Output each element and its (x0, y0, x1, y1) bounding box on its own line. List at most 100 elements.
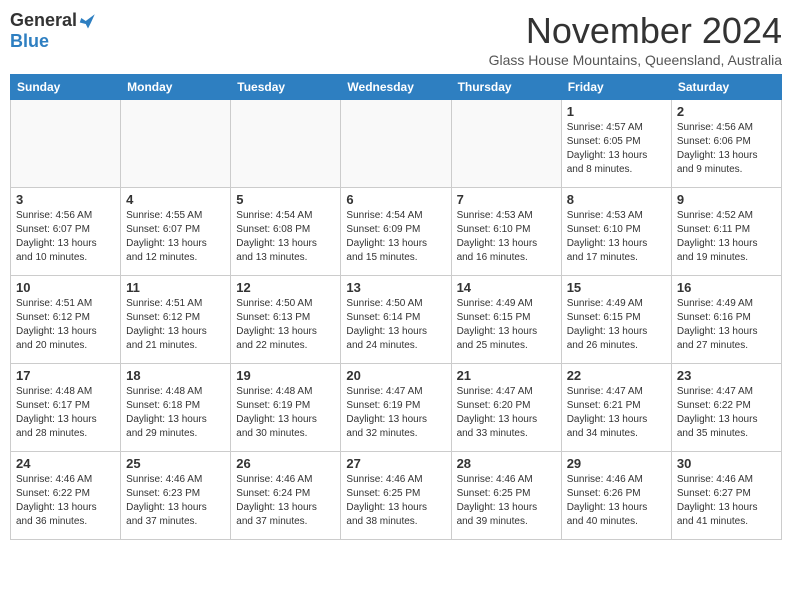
calendar-cell: 26 Sunrise: 4:46 AM Sunset: 6:24 PM Dayli… (231, 452, 341, 540)
day-number: 23 (677, 368, 776, 383)
day-number: 14 (457, 280, 556, 295)
day-number: 2 (677, 104, 776, 119)
day-number: 27 (346, 456, 445, 471)
calendar-header-wednesday: Wednesday (341, 75, 451, 100)
day-info: Sunrise: 4:53 AM Sunset: 6:10 PM Dayligh… (567, 209, 666, 265)
day-info: Sunrise: 4:49 AM Sunset: 6:15 PM Dayligh… (457, 297, 556, 353)
day-info: Sunrise: 4:55 AM Sunset: 6:07 PM Dayligh… (126, 209, 225, 265)
day-number: 20 (346, 368, 445, 383)
calendar-cell: 27 Sunrise: 4:46 AM Sunset: 6:25 PM Dayli… (341, 452, 451, 540)
page-header: General Blue November 2024 Glass House M… (10, 10, 782, 68)
day-number: 13 (346, 280, 445, 295)
day-info: Sunrise: 4:46 AM Sunset: 6:23 PM Dayligh… (126, 473, 225, 529)
day-number: 11 (126, 280, 225, 295)
calendar-cell: 15Sunrise: 4:49 AM Sunset: 6:15 PM Dayli… (561, 276, 671, 364)
logo-general-text: General (10, 10, 77, 31)
day-number: 12 (236, 280, 335, 295)
location-text: Glass House Mountains, Queensland, Austr… (489, 52, 782, 68)
logo: General Blue (10, 10, 97, 52)
day-number: 19 (236, 368, 335, 383)
day-number: 4 (126, 192, 225, 207)
calendar-cell: 7 Sunrise: 4:53 AM Sunset: 6:10 PM Daylig… (451, 188, 561, 276)
day-info: Sunrise: 4:56 AM Sunset: 6:07 PM Dayligh… (16, 209, 115, 265)
day-info: Sunrise: 4:52 AM Sunset: 6:11 PM Dayligh… (677, 209, 776, 265)
day-info: Sunrise: 4:46 AM Sunset: 6:27 PM Dayligh… (677, 473, 776, 529)
day-info: Sunrise: 4:50 AM Sunset: 6:13 PM Dayligh… (236, 297, 335, 353)
calendar-cell: 29 Sunrise: 4:46 AM Sunset: 6:26 PM Dayli… (561, 452, 671, 540)
day-info: Sunrise: 4:56 AM Sunset: 6:06 PM Dayligh… (677, 121, 776, 177)
calendar-cell (231, 100, 341, 188)
day-info: Sunrise: 4:47 AM Sunset: 6:21 PM Dayligh… (567, 385, 666, 441)
day-info: Sunrise: 4:47 AM Sunset: 6:22 PM Dayligh… (677, 385, 776, 441)
title-area: November 2024 Glass House Mountains, Que… (489, 10, 782, 68)
day-number: 24 (16, 456, 115, 471)
day-info: Sunrise: 4:46 AM Sunset: 6:24 PM Dayligh… (236, 473, 335, 529)
day-info: Sunrise: 4:47 AM Sunset: 6:19 PM Dayligh… (346, 385, 445, 441)
calendar-cell: 16Sunrise: 4:49 AM Sunset: 6:16 PM Dayli… (671, 276, 781, 364)
calendar-cell: 6 Sunrise: 4:54 AM Sunset: 6:09 PM Daylig… (341, 188, 451, 276)
calendar-cell: 19Sunrise: 4:48 AM Sunset: 6:19 PM Dayli… (231, 364, 341, 452)
day-number: 10 (16, 280, 115, 295)
day-number: 25 (126, 456, 225, 471)
calendar-cell: 9Sunrise: 4:52 AM Sunset: 6:11 PM Daylig… (671, 188, 781, 276)
calendar-cell: 12 Sunrise: 4:50 AM Sunset: 6:13 PM Dayli… (231, 276, 341, 364)
day-number: 22 (567, 368, 666, 383)
calendar-cell: 30 Sunrise: 4:46 AM Sunset: 6:27 PM Dayli… (671, 452, 781, 540)
calendar-header-sunday: Sunday (11, 75, 121, 100)
calendar-cell (451, 100, 561, 188)
day-number: 5 (236, 192, 335, 207)
calendar-cell: 17 Sunrise: 4:48 AM Sunset: 6:17 PM Dayli… (11, 364, 121, 452)
day-info: Sunrise: 4:54 AM Sunset: 6:09 PM Dayligh… (346, 209, 445, 265)
calendar-header-monday: Monday (121, 75, 231, 100)
calendar-cell: 24 Sunrise: 4:46 AM Sunset: 6:22 PM Dayli… (11, 452, 121, 540)
calendar-cell: 23 Sunrise: 4:47 AM Sunset: 6:22 PM Dayli… (671, 364, 781, 452)
day-number: 30 (677, 456, 776, 471)
day-number: 15 (567, 280, 666, 295)
calendar-cell (121, 100, 231, 188)
day-number: 29 (567, 456, 666, 471)
day-info: Sunrise: 4:49 AM Sunset: 6:16 PM Dayligh… (677, 297, 776, 353)
day-number: 7 (457, 192, 556, 207)
calendar-cell: 18Sunrise: 4:48 AM Sunset: 6:18 PM Dayli… (121, 364, 231, 452)
day-number: 26 (236, 456, 335, 471)
day-number: 3 (16, 192, 115, 207)
day-number: 17 (16, 368, 115, 383)
day-info: Sunrise: 4:54 AM Sunset: 6:08 PM Dayligh… (236, 209, 335, 265)
calendar-table: SundayMondayTuesdayWednesdayThursdayFrid… (10, 74, 782, 540)
day-info: Sunrise: 4:50 AM Sunset: 6:14 PM Dayligh… (346, 297, 445, 353)
day-info: Sunrise: 4:46 AM Sunset: 6:25 PM Dayligh… (346, 473, 445, 529)
calendar-cell: 28 Sunrise: 4:46 AM Sunset: 6:25 PM Dayli… (451, 452, 561, 540)
day-info: Sunrise: 4:46 AM Sunset: 6:26 PM Dayligh… (567, 473, 666, 529)
calendar-week-row: 1 Sunrise: 4:57 AM Sunset: 6:05 PM Daylig… (11, 100, 782, 188)
day-info: Sunrise: 4:53 AM Sunset: 6:10 PM Dayligh… (457, 209, 556, 265)
day-info: Sunrise: 4:57 AM Sunset: 6:05 PM Dayligh… (567, 121, 666, 177)
day-info: Sunrise: 4:46 AM Sunset: 6:25 PM Dayligh… (457, 473, 556, 529)
calendar-week-row: 3 Sunrise: 4:56 AM Sunset: 6:07 PM Daylig… (11, 188, 782, 276)
day-number: 28 (457, 456, 556, 471)
calendar-cell: 8 Sunrise: 4:53 AM Sunset: 6:10 PM Daylig… (561, 188, 671, 276)
calendar-cell: 4 Sunrise: 4:55 AM Sunset: 6:07 PM Daylig… (121, 188, 231, 276)
day-number: 6 (346, 192, 445, 207)
day-info: Sunrise: 4:46 AM Sunset: 6:22 PM Dayligh… (16, 473, 115, 529)
calendar-cell: 20 Sunrise: 4:47 AM Sunset: 6:19 PM Dayli… (341, 364, 451, 452)
day-number: 1 (567, 104, 666, 119)
calendar-cell: 22 Sunrise: 4:47 AM Sunset: 6:21 PM Dayli… (561, 364, 671, 452)
calendar-cell: 1 Sunrise: 4:57 AM Sunset: 6:05 PM Daylig… (561, 100, 671, 188)
logo-blue-text: Blue (10, 31, 49, 52)
calendar-cell: 10 Sunrise: 4:51 AM Sunset: 6:12 PM Dayli… (11, 276, 121, 364)
day-info: Sunrise: 4:47 AM Sunset: 6:20 PM Dayligh… (457, 385, 556, 441)
calendar-week-row: 17 Sunrise: 4:48 AM Sunset: 6:17 PM Dayli… (11, 364, 782, 452)
calendar-cell: 11Sunrise: 4:51 AM Sunset: 6:12 PM Dayli… (121, 276, 231, 364)
calendar-header-tuesday: Tuesday (231, 75, 341, 100)
calendar-cell: 25 Sunrise: 4:46 AM Sunset: 6:23 PM Dayli… (121, 452, 231, 540)
day-number: 8 (567, 192, 666, 207)
calendar-cell: 3 Sunrise: 4:56 AM Sunset: 6:07 PM Daylig… (11, 188, 121, 276)
calendar-header-thursday: Thursday (451, 75, 561, 100)
calendar-cell (11, 100, 121, 188)
calendar-cell: 5 Sunrise: 4:54 AM Sunset: 6:08 PM Daylig… (231, 188, 341, 276)
month-title: November 2024 (489, 10, 782, 52)
calendar-cell: 13 Sunrise: 4:50 AM Sunset: 6:14 PM Dayli… (341, 276, 451, 364)
day-info: Sunrise: 4:51 AM Sunset: 6:12 PM Dayligh… (16, 297, 115, 353)
calendar-header-friday: Friday (561, 75, 671, 100)
day-info: Sunrise: 4:48 AM Sunset: 6:17 PM Dayligh… (16, 385, 115, 441)
